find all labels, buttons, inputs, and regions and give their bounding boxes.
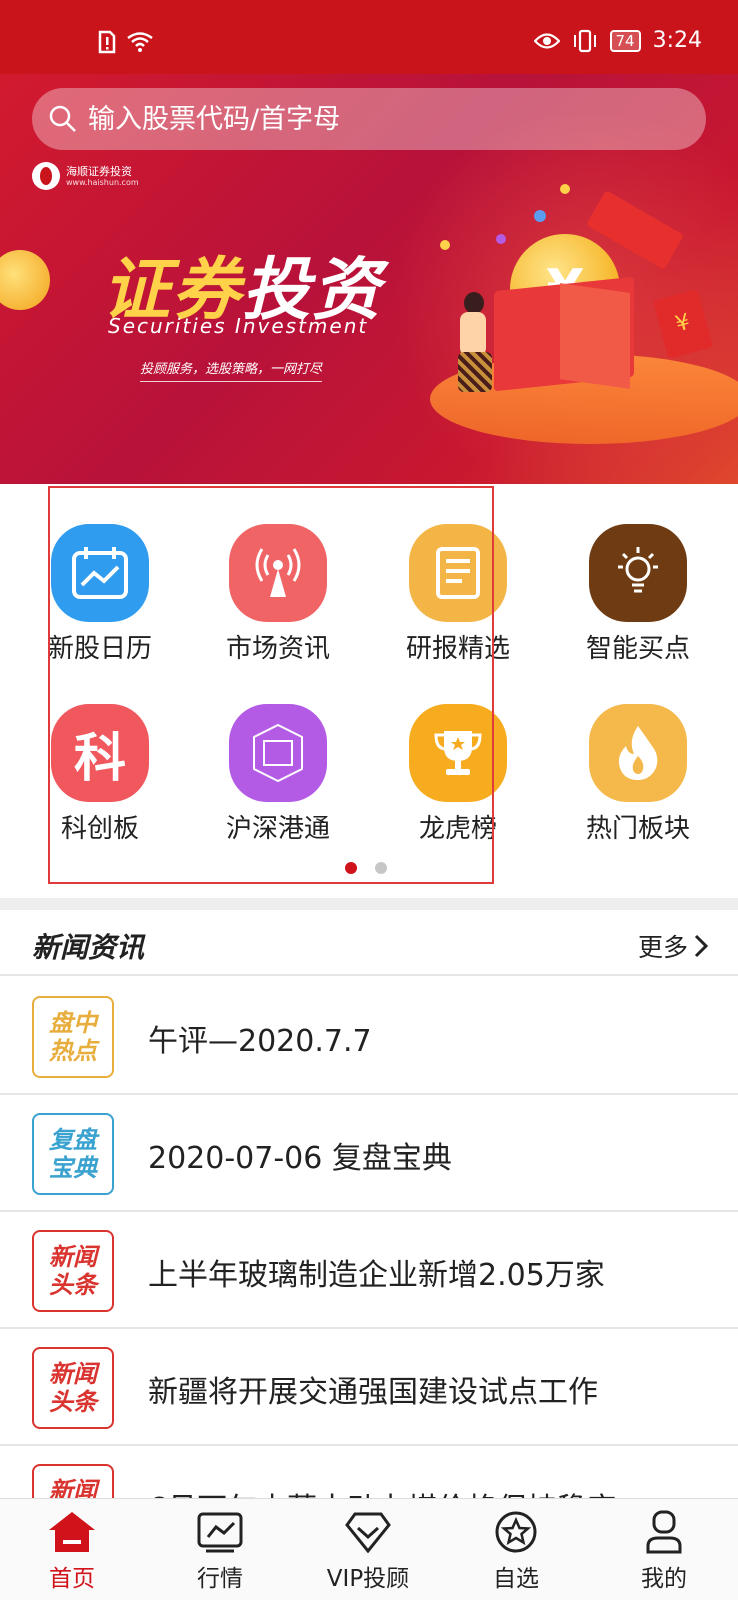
- pager-dot[interactable]: [375, 862, 387, 874]
- news-header: 新闻资讯 更多: [0, 910, 738, 976]
- sim-alert-icon: [98, 30, 116, 54]
- vip-icon: [345, 1512, 391, 1553]
- search-icon: [49, 105, 76, 132]
- tab-watchlist[interactable]: 自选: [456, 1509, 576, 1593]
- badge-top-text: 新闻: [49, 1243, 97, 1271]
- search-input[interactable]: [88, 103, 668, 135]
- vibrate-icon: [573, 29, 596, 52]
- news-headline: 新疆将开展交通强国建设试点工作: [148, 1375, 598, 1410]
- bottom-tab-bar: 首页 行情 VIP投顾 自选 我的: [0, 1498, 738, 1600]
- status-left: [98, 30, 154, 54]
- news-item[interactable]: 复盘 宝典 2020-07-06 复盘宝典: [0, 1095, 738, 1212]
- grid-item-label: 智能买点: [585, 634, 690, 664]
- news-headline: 2020-07-06 复盘宝典: [148, 1141, 452, 1176]
- badge-top-text: 盘中: [49, 1009, 97, 1037]
- tab-label: 自选: [493, 1566, 539, 1592]
- tab-profile[interactable]: 我的: [604, 1509, 724, 1593]
- status-bar: 74 3:24: [0, 0, 738, 74]
- highlight-box: [48, 486, 494, 884]
- news-headline: 上半年玻璃制造企业新增2.05万家: [148, 1258, 605, 1293]
- grid-item-label: 热门板块: [585, 814, 690, 844]
- tab-home[interactable]: 首页: [12, 1509, 132, 1593]
- tab-vip-advisor[interactable]: VIP投顾: [308, 1509, 428, 1593]
- tab-label: VIP投顾: [326, 1566, 410, 1592]
- coin-decoration: [0, 250, 50, 310]
- section-divider: [0, 898, 738, 910]
- tab-label: 行情: [197, 1566, 243, 1592]
- battery-indicator: 74: [609, 29, 641, 52]
- gift-box-side: [560, 283, 630, 389]
- headline-news-badge: 新闻 头条: [32, 1347, 114, 1429]
- headline-news-badge: 新闻 头条: [32, 1230, 114, 1312]
- status-right: 74 3:24: [533, 28, 702, 53]
- tab-label: 我的: [641, 1566, 687, 1592]
- banner-tagline: 投顾服务，选股策略，一网打尽: [140, 358, 323, 382]
- more-news-link[interactable]: 更多: [638, 928, 708, 964]
- pager-dot-active[interactable]: [345, 862, 357, 874]
- grid-pager[interactable]: [345, 862, 387, 874]
- confetti-dot: [534, 210, 546, 222]
- news-item[interactable]: 盘中 热点 午评—2020.7.7: [0, 978, 738, 1095]
- badge-bottom-text: 宝典: [49, 1154, 97, 1182]
- news-item[interactable]: 新闻 头条 新疆将开展交通强国建设试点工作: [0, 1329, 738, 1446]
- news-section-title: 新闻资讯: [32, 931, 145, 964]
- flame-icon: [589, 704, 687, 802]
- banner-subtitle: Securities Investment: [108, 314, 369, 338]
- promo-banner[interactable]: ¥ ¥ 海顺证券投资 www.haishun.com 证券投资: [0, 74, 738, 484]
- more-label: 更多: [637, 933, 688, 962]
- star-icon: [495, 1511, 537, 1553]
- badge-top-text: 新闻: [49, 1360, 97, 1388]
- chevron-right-icon: [694, 934, 708, 958]
- brand-name: 海顺证券投资: [66, 165, 132, 178]
- confetti-dot: [496, 234, 506, 244]
- brand-logo-icon: [32, 162, 60, 190]
- app-screen: 74 3:24 ¥ ¥ 海顺证券投资: [0, 0, 738, 1600]
- tab-market[interactable]: 行情: [160, 1509, 280, 1593]
- news-headline: 午评—2020.7.7: [148, 1024, 372, 1059]
- brand-url: www.haishun.com: [66, 178, 139, 187]
- badge-bottom-text: 热点: [49, 1037, 97, 1065]
- home-icon: [49, 1512, 95, 1552]
- tab-label: 首页: [49, 1566, 95, 1592]
- news-item[interactable]: 新闻 头条 上半年玻璃制造企业新增2.05万家: [0, 1212, 738, 1329]
- badge-bottom-text: 头条: [49, 1271, 97, 1299]
- eye-icon: [533, 32, 560, 49]
- person-illustration: [452, 292, 492, 402]
- function-grid: 新股日历 市场资讯 研报精选 智能买点 科 科创板 沪深港通 龙虎榜 热门板块: [0, 484, 738, 884]
- confetti-dot: [560, 184, 570, 194]
- profile-icon: [646, 1510, 682, 1554]
- grid-item-smart-buy-point[interactable]: 智能买点: [548, 524, 728, 665]
- badge-bottom-text: 头条: [49, 1388, 97, 1416]
- brand-logo: 海顺证券投资 www.haishun.com: [32, 162, 139, 190]
- midday-hotspot-badge: 盘中 热点: [32, 996, 114, 1078]
- chart-icon: [197, 1512, 243, 1553]
- lightbulb-icon: [589, 524, 687, 622]
- wifi-icon: [127, 32, 153, 52]
- grid-item-hot-sectors[interactable]: 热门板块: [548, 704, 728, 845]
- search-bar[interactable]: [32, 88, 706, 150]
- confetti-dot: [440, 240, 450, 250]
- review-badge: 复盘 宝典: [32, 1113, 114, 1195]
- clock: 3:24: [652, 28, 702, 53]
- badge-top-text: 复盘: [49, 1126, 97, 1154]
